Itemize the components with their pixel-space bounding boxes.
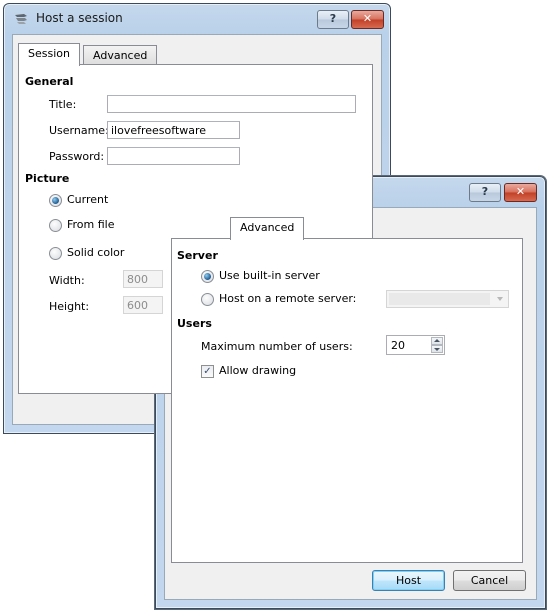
close-icon: ✕ xyxy=(362,12,373,25)
height-label: Height: xyxy=(49,300,90,313)
remote-server-label: Host on a remote server: xyxy=(219,292,357,305)
server-heading: Server xyxy=(177,249,218,262)
max-users-stepper[interactable]: 20 xyxy=(386,335,445,355)
help-button[interactable]: ? xyxy=(469,183,501,202)
password-label: Password: xyxy=(49,150,105,163)
decrement-arrow-icon[interactable] xyxy=(431,345,443,353)
password-input[interactable] xyxy=(107,147,240,165)
title-bar[interactable]: Host a session ? ✕ xyxy=(4,4,390,34)
cancel-button[interactable]: Cancel xyxy=(453,570,526,591)
tab-advanced[interactable]: Advanced xyxy=(83,45,158,66)
from-file-label: From file xyxy=(67,218,115,231)
max-users-value[interactable]: 20 xyxy=(391,339,405,352)
remote-server-radio[interactable] xyxy=(201,293,214,306)
help-button[interactable]: ? xyxy=(317,10,349,29)
help-icon: ? xyxy=(329,12,337,25)
built-in-server-label: Use built-in server xyxy=(219,269,320,282)
allow-drawing-label: Allow drawing xyxy=(219,364,297,377)
title-input[interactable] xyxy=(107,95,356,113)
width-input[interactable]: 800 xyxy=(123,270,163,288)
close-button[interactable]: ✕ xyxy=(351,10,384,29)
current-label: Current xyxy=(67,193,109,206)
height-input[interactable]: 600 xyxy=(123,296,163,314)
picture-heading: Picture xyxy=(25,172,70,185)
window-title: Host a session xyxy=(36,11,123,25)
general-heading: General xyxy=(25,75,74,88)
increment-arrow-icon[interactable] xyxy=(431,337,443,345)
allow-drawing-checkbox[interactable]: ✓ xyxy=(201,365,214,378)
solid-color-radio[interactable] xyxy=(49,247,62,260)
username-input[interactable]: ilovefreesoftware xyxy=(107,121,240,139)
max-users-label: Maximum number of users: xyxy=(201,340,353,353)
stepper-buttons xyxy=(431,337,443,353)
tab-session[interactable]: Session xyxy=(18,43,80,66)
help-icon: ? xyxy=(481,185,489,198)
current-radio[interactable] xyxy=(49,194,62,207)
host-session-window-foreground: Host a session ? ✕ Session Advanced Serv… xyxy=(155,176,546,609)
remote-server-select[interactable] xyxy=(386,290,509,308)
host-button[interactable]: Host xyxy=(372,570,445,591)
app-icon xyxy=(15,14,27,24)
dialog-body: Session Advanced Server Use built-in ser… xyxy=(164,207,537,600)
advanced-tab-panel: Server Use built-in server Host on a rem… xyxy=(171,238,523,563)
close-button[interactable]: ✕ xyxy=(504,183,537,202)
from-file-radio[interactable] xyxy=(49,219,62,232)
chevron-down-icon xyxy=(497,297,503,301)
tab-advanced[interactable]: Advanced xyxy=(230,217,305,240)
solid-color-label: Solid color xyxy=(67,246,125,259)
title-label: Title: xyxy=(49,98,77,111)
width-label: Width: xyxy=(49,274,85,287)
username-label: Username: xyxy=(49,124,109,137)
built-in-server-radio[interactable] xyxy=(201,270,214,283)
users-heading: Users xyxy=(177,317,212,330)
remote-server-value xyxy=(389,293,490,305)
close-icon: ✕ xyxy=(515,185,526,198)
